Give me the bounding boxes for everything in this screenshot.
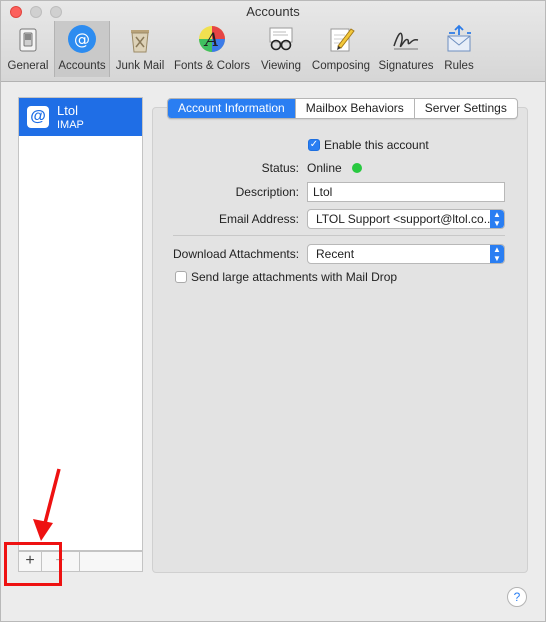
- toolbar-label: Composing: [311, 60, 371, 72]
- preferences-window: Accounts General @ Accounts Junk Mail A …: [0, 0, 546, 622]
- chevron-updown-icon: ▲ ▼: [490, 210, 504, 228]
- chevron-updown-icon: ▲ ▼: [490, 245, 504, 263]
- account-settings-panel: [152, 107, 528, 573]
- status-value: Online: [307, 161, 342, 175]
- at-sign-icon: @: [68, 25, 96, 53]
- toolbar-accounts[interactable]: @ Accounts: [54, 21, 110, 77]
- description-field[interactable]: Ltol: [307, 182, 505, 202]
- account-row-ltol[interactable]: @ Ltol IMAP: [19, 98, 142, 136]
- toolbar-viewing[interactable]: Viewing: [256, 21, 306, 77]
- account-type: IMAP: [57, 119, 84, 131]
- toolbar-label: Viewing: [260, 60, 302, 72]
- description-label: Description:: [235, 185, 299, 199]
- enable-account-label: Enable this account: [324, 138, 429, 152]
- fonts-palette-icon: A: [199, 26, 225, 52]
- help-button[interactable]: ?: [507, 587, 527, 607]
- account-tabs: Account Information Mailbox Behaviors Se…: [167, 98, 518, 119]
- toolbar-label: Junk Mail: [115, 60, 165, 72]
- toolbar-label: General: [7, 60, 49, 72]
- account-name: Ltol: [57, 103, 78, 118]
- title-bar: Accounts General @ Accounts Junk Mail A …: [1, 1, 545, 82]
- toolbar-general[interactable]: General: [4, 21, 52, 77]
- status-label: Status:: [261, 161, 299, 175]
- svg-text:@: @: [74, 30, 90, 49]
- tab-server-settings[interactable]: Server Settings: [415, 99, 517, 118]
- toolbar-composing[interactable]: Composing: [308, 21, 374, 77]
- annotation-arrow-icon: [33, 468, 61, 541]
- rules-envelope-icon: [447, 24, 471, 52]
- toolbar-label: Rules: [444, 60, 474, 72]
- general-switch-icon: [19, 28, 37, 52]
- signature-icon: [393, 32, 419, 50]
- window-title: Accounts: [246, 4, 300, 19]
- enable-account-checkbox[interactable]: ✓: [308, 139, 320, 151]
- toolbar-rules[interactable]: Rules: [438, 21, 480, 77]
- toolbar-fonts-colors[interactable]: A Fonts & Colors: [170, 21, 254, 77]
- tab-mailbox-behaviors[interactable]: Mailbox Behaviors: [296, 99, 415, 118]
- section-divider: [173, 235, 505, 236]
- glasses-icon: [269, 27, 293, 51]
- tab-account-information[interactable]: Account Information: [168, 99, 296, 118]
- trash-bin-icon: [131, 30, 149, 53]
- toolbar-label: Fonts & Colors: [173, 60, 251, 72]
- annotation-highlight-box: [4, 542, 62, 586]
- maildrop-label: Send large attachments with Mail Drop: [191, 270, 398, 284]
- toolbar-label: Signatures: [378, 60, 434, 72]
- svg-text:A: A: [203, 29, 219, 51]
- download-attachments-popup[interactable]: Recent ▲ ▼: [307, 244, 505, 264]
- email-address-value: LTOL Support <support@ltol.co...: [316, 212, 494, 226]
- at-sign-icon: @: [27, 106, 49, 128]
- toolbar-junk-mail[interactable]: Junk Mail: [112, 21, 168, 77]
- toolbar-signatures[interactable]: Signatures: [376, 21, 436, 77]
- pencil-paper-icon: [330, 28, 355, 52]
- status-indicator-icon: [352, 163, 362, 173]
- email-address-label: Email Address:: [218, 212, 299, 226]
- maildrop-checkbox[interactable]: [175, 271, 187, 283]
- toolbar-label: Accounts: [58, 60, 106, 72]
- download-attachments-value: Recent: [316, 247, 355, 261]
- download-attachments-label: Download Attachments:: [173, 247, 300, 261]
- email-address-popup[interactable]: LTOL Support <support@ltol.co... ▲ ▼: [307, 209, 505, 229]
